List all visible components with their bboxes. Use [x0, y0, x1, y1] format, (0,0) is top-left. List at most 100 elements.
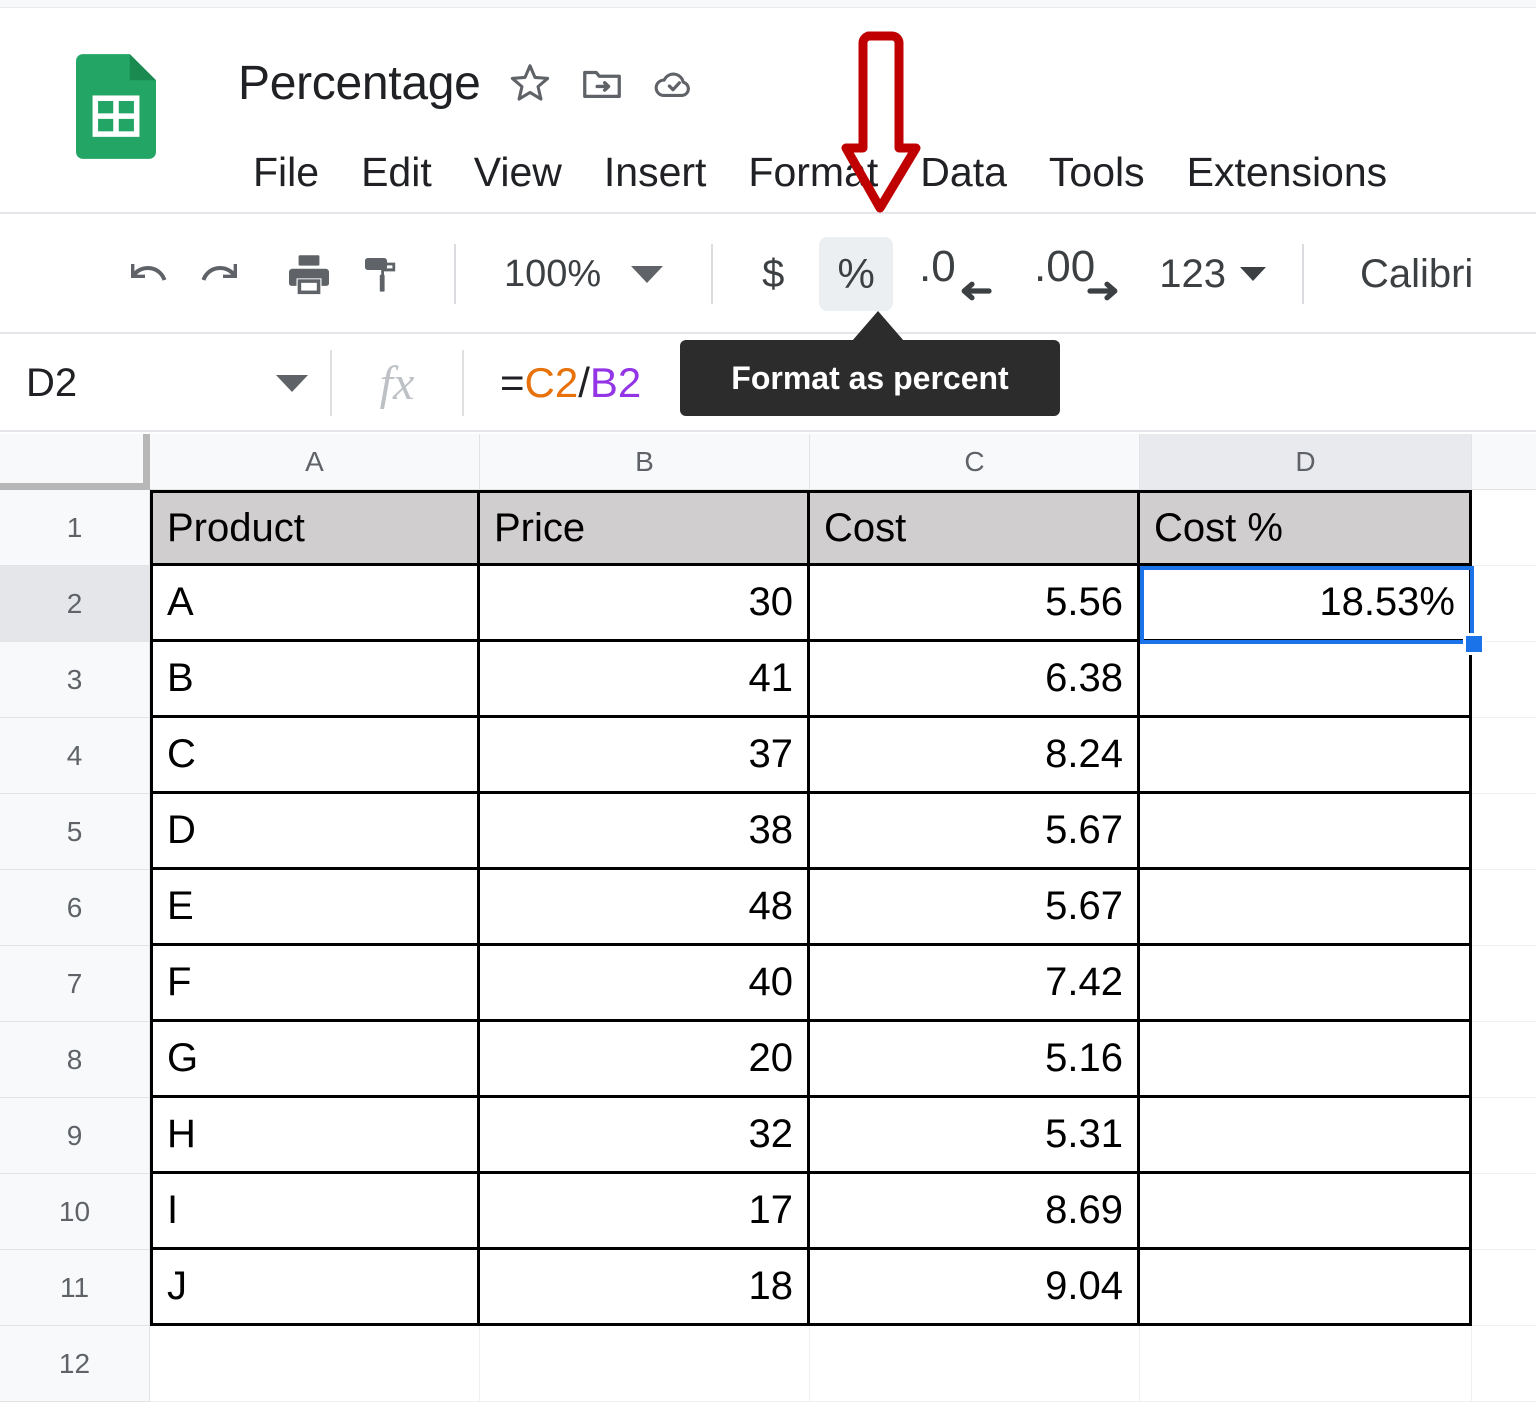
cell-a6[interactable]: E	[150, 870, 480, 946]
menu-item-insert[interactable]: Insert	[583, 141, 728, 203]
cell-b7[interactable]: 40	[480, 946, 810, 1022]
font-family-selector[interactable]: Calibri	[1360, 237, 1473, 311]
cell-e12[interactable]	[1472, 1326, 1536, 1402]
cell-b1[interactable]: Price	[480, 490, 810, 566]
cell-c8[interactable]: 5.16	[810, 1022, 1140, 1098]
cell-d10[interactable]	[1140, 1174, 1472, 1250]
increase-decimal-button[interactable]: .00	[1027, 237, 1145, 311]
star-icon[interactable]	[507, 60, 553, 106]
sheets-logo-icon[interactable]	[76, 54, 156, 159]
cell-b6[interactable]: 48	[480, 870, 810, 946]
row-header-7[interactable]: 7	[0, 946, 150, 1022]
fill-handle[interactable]	[1463, 633, 1485, 655]
cell-c1[interactable]: Cost	[810, 490, 1140, 566]
cell-b5[interactable]: 38	[480, 794, 810, 870]
undo-button[interactable]	[110, 237, 184, 311]
cell-a11[interactable]: J	[150, 1250, 480, 1326]
row-header-8[interactable]: 8	[0, 1022, 150, 1098]
select-all-corner[interactable]	[0, 434, 150, 490]
row-header-3[interactable]: 3	[0, 642, 150, 718]
cell-e6[interactable]	[1472, 870, 1536, 946]
name-box[interactable]: D2	[0, 335, 330, 431]
cell-c10[interactable]: 8.69	[810, 1174, 1140, 1250]
cell-d3[interactable]	[1140, 642, 1472, 718]
row-header-11[interactable]: 11	[0, 1250, 150, 1326]
cell-b8[interactable]: 20	[480, 1022, 810, 1098]
cell-a12[interactable]	[150, 1326, 480, 1402]
cell-d6[interactable]	[1140, 870, 1472, 946]
cell-d9[interactable]	[1140, 1098, 1472, 1174]
menu-item-format[interactable]: Format	[727, 141, 899, 203]
cell-a2[interactable]: A	[150, 566, 480, 642]
cell-d1[interactable]: Cost %	[1140, 490, 1472, 566]
cell-e4[interactable]	[1472, 718, 1536, 794]
cell-c6[interactable]: 5.67	[810, 870, 1140, 946]
row-header-1[interactable]: 1	[0, 490, 150, 566]
column-header-e[interactable]	[1472, 434, 1536, 490]
cell-c4[interactable]: 8.24	[810, 718, 1140, 794]
zoom-selector[interactable]: 100%	[490, 239, 677, 309]
cell-d12[interactable]	[1140, 1326, 1472, 1402]
column-header-a[interactable]: A	[150, 434, 480, 490]
cell-a5[interactable]: D	[150, 794, 480, 870]
menu-item-edit[interactable]: Edit	[340, 141, 453, 203]
cell-a9[interactable]: H	[150, 1098, 480, 1174]
page-title[interactable]: Percentage	[238, 56, 481, 111]
cell-b2[interactable]: 30	[480, 566, 810, 642]
cell-a3[interactable]: B	[150, 642, 480, 718]
redo-button[interactable]	[184, 237, 258, 311]
cell-e7[interactable]	[1472, 946, 1536, 1022]
column-header-d[interactable]: D	[1140, 434, 1472, 490]
row-header-9[interactable]: 9	[0, 1098, 150, 1174]
cell-d8[interactable]	[1140, 1022, 1472, 1098]
cell-e9[interactable]	[1472, 1098, 1536, 1174]
menu-item-data[interactable]: Data	[899, 141, 1028, 203]
cell-d5[interactable]	[1140, 794, 1472, 870]
cell-e10[interactable]	[1472, 1174, 1536, 1250]
cloud-saved-icon[interactable]	[651, 60, 697, 106]
column-header-b[interactable]: B	[480, 434, 810, 490]
move-to-folder-icon[interactable]	[579, 60, 625, 106]
cell-b4[interactable]: 37	[480, 718, 810, 794]
cell-c11[interactable]: 9.04	[810, 1250, 1140, 1326]
cell-e1[interactable]	[1472, 490, 1536, 566]
cell-e2[interactable]	[1472, 566, 1536, 642]
number-format-selector[interactable]: 123	[1151, 237, 1274, 311]
cell-d7[interactable]	[1140, 946, 1472, 1022]
cell-b9[interactable]: 32	[480, 1098, 810, 1174]
cell-b10[interactable]: 17	[480, 1174, 810, 1250]
paint-format-button[interactable]	[346, 237, 420, 311]
cell-d11[interactable]	[1140, 1250, 1472, 1326]
row-header-4[interactable]: 4	[0, 718, 150, 794]
percent-format-button[interactable]: %	[819, 237, 893, 311]
currency-format-button[interactable]: $	[741, 237, 805, 311]
menu-item-extensions[interactable]: Extensions	[1166, 141, 1409, 203]
menu-item-tools[interactable]: Tools	[1028, 141, 1166, 203]
cell-b11[interactable]: 18	[480, 1250, 810, 1326]
print-button[interactable]	[272, 237, 346, 311]
cell-d4[interactable]	[1140, 718, 1472, 794]
cell-d2[interactable]: 18.53%	[1140, 566, 1472, 642]
cell-e11[interactable]	[1472, 1250, 1536, 1326]
cell-a4[interactable]: C	[150, 718, 480, 794]
row-header-10[interactable]: 10	[0, 1174, 150, 1250]
row-header-2[interactable]: 2	[0, 566, 150, 642]
cell-c9[interactable]: 5.31	[810, 1098, 1140, 1174]
row-header-6[interactable]: 6	[0, 870, 150, 946]
cell-c7[interactable]: 7.42	[810, 946, 1140, 1022]
cell-c3[interactable]: 6.38	[810, 642, 1140, 718]
cell-a7[interactable]: F	[150, 946, 480, 1022]
cell-c5[interactable]: 5.67	[810, 794, 1140, 870]
cell-b3[interactable]: 41	[480, 642, 810, 718]
menu-item-view[interactable]: View	[453, 141, 583, 203]
cell-a10[interactable]: I	[150, 1174, 480, 1250]
cell-a8[interactable]: G	[150, 1022, 480, 1098]
cell-e5[interactable]	[1472, 794, 1536, 870]
menu-item-file[interactable]: File	[232, 141, 340, 203]
column-header-c[interactable]: C	[810, 434, 1140, 490]
cell-e8[interactable]	[1472, 1022, 1536, 1098]
cell-b12[interactable]	[480, 1326, 810, 1402]
cell-c12[interactable]	[810, 1326, 1140, 1402]
row-header-12[interactable]: 12	[0, 1326, 150, 1402]
cell-a1[interactable]: Product	[150, 490, 480, 566]
